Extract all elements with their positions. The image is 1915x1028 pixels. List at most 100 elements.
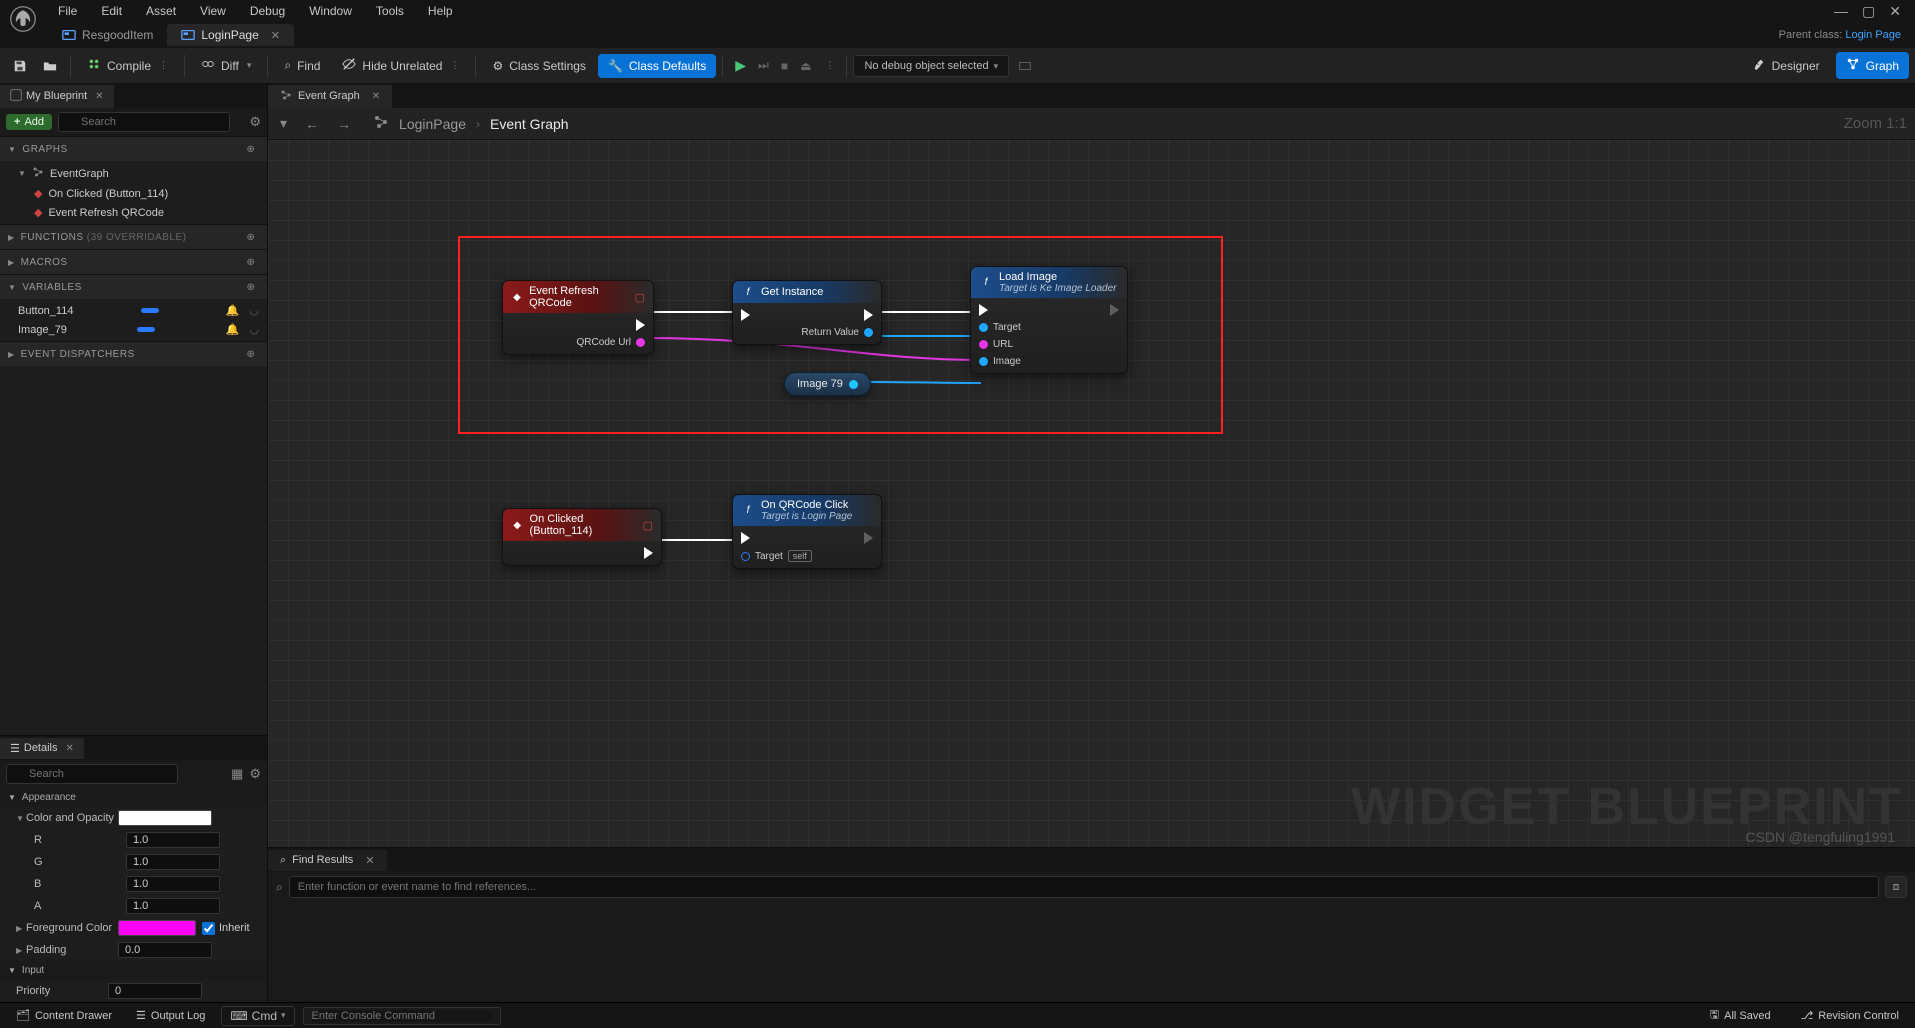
nav-menu-icon[interactable]: ▾: [276, 113, 291, 134]
eye-icon[interactable]: ◡: [249, 304, 259, 317]
inherit-input[interactable]: [202, 922, 215, 935]
functions-section[interactable]: ▶ FUNCTIONS (39 OVERRIDABLE) ⊕: [0, 224, 267, 249]
variable-image79[interactable]: Image_79 🔔◡: [0, 320, 267, 339]
a-field[interactable]: [126, 898, 220, 914]
graphs-section[interactable]: ▼ GRAPHS ⊕: [0, 136, 267, 161]
close-icon[interactable]: ✕: [95, 91, 103, 102]
event-graph-item[interactable]: ▼ EventGraph: [0, 163, 267, 184]
return-value-pin[interactable]: Return Value: [801, 327, 873, 338]
nav-forward-icon[interactable]: →: [333, 114, 355, 134]
add-button[interactable]: Add: [6, 114, 52, 130]
find-input[interactable]: [289, 876, 1879, 898]
target-self-pin[interactable]: Target self: [741, 550, 812, 562]
cmd-dropdown[interactable]: ⌨ Cmd ▾: [221, 1006, 294, 1026]
node-load-image[interactable]: f Load Image Target is Ke Image Loader T…: [970, 266, 1128, 374]
close-icon[interactable]: ✕: [66, 743, 74, 754]
event-graph-tab[interactable]: Event Graph ✕: [268, 85, 392, 108]
node-header[interactable]: f On QRCode Click Target is Login Page: [733, 495, 881, 526]
chevron-down-icon[interactable]: ⋮: [450, 60, 459, 71]
step-button[interactable]: ⏭: [752, 54, 775, 77]
qrcode-url-pin[interactable]: QRCode Url: [577, 337, 645, 348]
color-swatch[interactable]: [118, 810, 212, 826]
details-tab[interactable]: ☰ Details ✕: [0, 738, 84, 759]
content-drawer-button[interactable]: 🗂 Content Drawer: [8, 1006, 120, 1025]
parent-class-link[interactable]: Login Page: [1845, 29, 1901, 41]
foreground-row[interactable]: ▶ Foreground Color Inherit: [0, 917, 267, 939]
menu-help[interactable]: Help: [416, 0, 465, 22]
debug-object-select[interactable]: No debug object selected ▾: [853, 55, 1009, 77]
eject-button[interactable]: ⏏: [794, 55, 817, 77]
exec-out-pin[interactable]: [1110, 304, 1119, 316]
menu-edit[interactable]: Edit: [89, 0, 134, 22]
priority-field[interactable]: [108, 983, 202, 999]
close-tab-icon[interactable]: ✕: [271, 29, 280, 42]
asset-tab-loginpage[interactable]: LoginPage ✕: [167, 24, 294, 46]
exec-out-pin[interactable]: [644, 547, 653, 559]
on-clicked-event-item[interactable]: ◆ On Clicked (Button_114): [0, 184, 267, 203]
g-field[interactable]: [126, 854, 220, 870]
node-event-refresh-qrcode[interactable]: ◆ Event Refresh QRCode ▢ QRCode Url: [502, 280, 654, 355]
exec-out-pin[interactable]: [577, 319, 645, 331]
close-icon[interactable]: ✕: [365, 854, 374, 867]
refresh-event-item[interactable]: ◆ Event Refresh QRCode: [0, 203, 267, 222]
add-macro-icon[interactable]: ⊕: [243, 254, 259, 270]
appearance-section[interactable]: ▼ Appearance: [0, 788, 267, 807]
exec-out-pin[interactable]: [801, 309, 873, 321]
find-scope-button[interactable]: ⧈: [1885, 876, 1907, 898]
node-get-instance[interactable]: f Get Instance Return Value: [732, 280, 882, 345]
bell-icon[interactable]: 🔔: [226, 323, 240, 336]
close-button[interactable]: ✕: [1889, 3, 1901, 20]
r-field[interactable]: [126, 832, 220, 848]
compile-button[interactable]: Compile ⋮: [77, 52, 178, 79]
node-header[interactable]: ◆ On Clicked (Button_114) ▢: [503, 509, 661, 541]
add-variable-icon[interactable]: ⊕: [243, 279, 259, 295]
exec-in-pin[interactable]: [741, 532, 812, 544]
hide-unrelated-button[interactable]: Hide Unrelated ⋮: [332, 52, 469, 79]
find-results-tab[interactable]: ⌕ Find Results ✕: [268, 850, 387, 871]
node-on-qrcode-click[interactable]: f On QRCode Click Target is Login Page T…: [732, 494, 882, 569]
node-header[interactable]: f Get Instance: [733, 281, 881, 303]
find-button[interactable]: ⌕ Find: [274, 53, 330, 78]
node-on-clicked[interactable]: ◆ On Clicked (Button_114) ▢: [502, 508, 662, 566]
debug-find-button[interactable]: [1011, 54, 1039, 78]
diff-button[interactable]: Diff ▾: [191, 52, 261, 79]
chevron-down-icon[interactable]: ⋮: [159, 60, 168, 71]
menu-debug[interactable]: Debug: [238, 0, 297, 22]
gear-icon[interactable]: ⚙: [249, 114, 261, 130]
save-button[interactable]: [6, 54, 34, 78]
exec-in-pin[interactable]: [979, 304, 1021, 316]
breadcrumb-leaf[interactable]: Event Graph: [490, 116, 569, 132]
exec-in-pin[interactable]: [741, 309, 750, 321]
add-function-icon[interactable]: ⊕: [243, 229, 259, 245]
menu-window[interactable]: Window: [297, 0, 364, 22]
unsaved-button[interactable]: 🖫 All Saved: [1702, 1003, 1779, 1028]
my-blueprint-tab[interactable]: My Blueprint ✕: [0, 85, 114, 108]
macros-section[interactable]: ▶ MACROS ⊕: [0, 249, 267, 274]
revision-control-button[interactable]: ⎇ Revision Control: [1793, 1006, 1907, 1025]
image-pin[interactable]: Image: [979, 356, 1021, 367]
dispatchers-section[interactable]: ▶ EVENT DISPATCHERS ⊕: [0, 341, 267, 366]
add-graph-icon[interactable]: ⊕: [243, 141, 259, 157]
play-options-icon[interactable]: ⋮: [819, 56, 840, 75]
console-command-input[interactable]: [312, 1010, 492, 1022]
node-header[interactable]: ◆ Event Refresh QRCode ▢: [503, 281, 653, 313]
chevron-down-icon[interactable]: ▾: [247, 60, 252, 71]
class-settings-button[interactable]: ⚙ Class Settings: [482, 54, 595, 78]
b-field[interactable]: [126, 876, 220, 892]
close-icon[interactable]: ✕: [372, 91, 380, 102]
input-section[interactable]: ▼ Input: [0, 961, 267, 980]
inherit-checkbox[interactable]: Inherit: [202, 922, 250, 935]
minimize-button[interactable]: —: [1834, 3, 1848, 20]
stop-button[interactable]: ■: [775, 55, 794, 77]
variable-out-pin[interactable]: [849, 380, 858, 389]
blueprint-search-input[interactable]: [58, 112, 230, 132]
add-dispatcher-icon[interactable]: ⊕: [243, 346, 259, 362]
eye-icon[interactable]: ◡: [249, 323, 259, 336]
grid-icon[interactable]: ▦: [231, 766, 243, 782]
padding-row[interactable]: ▶ Padding: [0, 939, 267, 961]
output-log-button[interactable]: ☰ Output Log: [128, 1006, 213, 1025]
gear-icon[interactable]: ⚙: [249, 766, 261, 782]
url-pin[interactable]: URL: [979, 339, 1021, 350]
exec-out-pin[interactable]: [864, 532, 873, 544]
graph-canvas[interactable]: ◆ Event Refresh QRCode ▢ QRCode Url f Ge…: [268, 140, 1915, 847]
